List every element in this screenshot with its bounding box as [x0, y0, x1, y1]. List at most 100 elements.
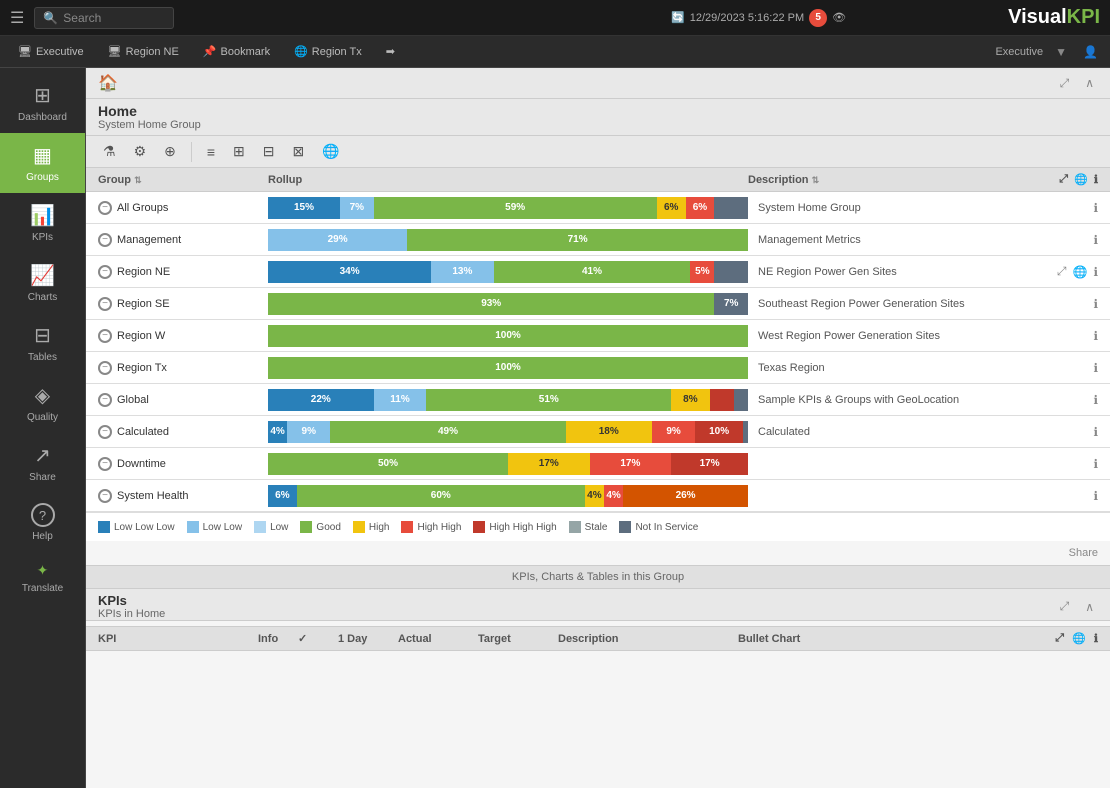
row-link-icon[interactable]: ⤢ [1057, 264, 1067, 279]
table-row[interactable]: − Management29%71%Management Metricsℹ [86, 224, 1110, 256]
table-row[interactable]: − System Health6%60%4%4%26%ℹ [86, 480, 1110, 512]
kpi-geo-icon[interactable]: 🌐 [1072, 632, 1086, 645]
group-desc-cell: Sample KPIs & Groups with GeoLocation [748, 394, 1018, 406]
table-row[interactable]: − Region NE34%13%41%5%NE Region Power Ge… [86, 256, 1110, 288]
search-box[interactable]: 🔍 Search [34, 7, 174, 29]
home-icon[interactable]: 🏠 [98, 73, 118, 93]
group-name-cell: − Region Tx [98, 361, 268, 375]
user-menu-button[interactable]: ▼ [1051, 43, 1071, 61]
legend-color-box [401, 521, 413, 533]
table-row[interactable]: − Calculated4%9%49%18%9%10%Calculatedℹ [86, 416, 1110, 448]
hamburger-menu[interactable]: ☰ [10, 8, 24, 28]
group-collapse-icon[interactable]: − [98, 329, 112, 343]
kpi-col-description: Description [558, 633, 738, 645]
sidebar-item-quality[interactable]: ◈ Quality [0, 373, 85, 433]
toolbar: ⚗ ⚙ ⊕ ≡ ⊞ ⊟ ⊠ 🌐 [86, 136, 1110, 168]
geo-view-button[interactable]: 🌐 [317, 140, 344, 163]
kpi-info-icon[interactable]: ℹ [1094, 632, 1098, 645]
table-row[interactable]: − Global22%11%51%8%Sample KPIs & Groups … [86, 384, 1110, 416]
group-desc-cell: Calculated [748, 426, 1018, 438]
sidebar-item-translate[interactable]: ✦ Translate [0, 552, 85, 604]
legend-color-box [98, 521, 110, 533]
group-name-cell: − System Health [98, 489, 268, 503]
group-collapse-icon[interactable]: − [98, 457, 112, 471]
bar-segment: 10% [695, 421, 743, 443]
expand-button[interactable]: ⤢ [1056, 74, 1074, 93]
kpi-col-bullet-chart: Bullet Chart [738, 633, 800, 645]
filter-button[interactable]: ⚗ [98, 140, 121, 163]
row-info-icon[interactable]: ℹ [1093, 265, 1098, 279]
refresh-icon[interactable]: 🔄 [671, 11, 685, 24]
row-info-icon[interactable]: ℹ [1093, 457, 1098, 471]
alert-badge[interactable]: 5 [809, 9, 827, 27]
col-header-desc[interactable]: Description ⇅ [748, 174, 1018, 186]
share-label[interactable]: Share [1069, 547, 1098, 559]
table-row[interactable]: − Downtime50%17%17%17%ℹ [86, 448, 1110, 480]
sidebar-item-kpis[interactable]: 📊 KPIs [0, 193, 85, 253]
col-header-group[interactable]: Group ⇅ [98, 174, 268, 186]
sidebar-label-quality: Quality [27, 412, 58, 423]
row-geo-icon[interactable]: 🌐 [1072, 265, 1087, 279]
eye-icon[interactable]: 👁 [832, 11, 846, 24]
action-link-icon[interactable]: ⤢ [1059, 173, 1068, 186]
sidebar-item-tables[interactable]: ⊟ Tables [0, 313, 85, 373]
sidebar-item-help[interactable]: ? Help [0, 493, 85, 552]
group-name-cell: − Calculated [98, 425, 268, 439]
sidebar-item-dashboard[interactable]: ⊞ Dashboard [0, 73, 85, 133]
row-info-icon[interactable]: ℹ [1093, 201, 1098, 215]
group-collapse-icon[interactable]: − [98, 393, 112, 407]
table-row[interactable]: − Region SE93%7%Southeast Region Power G… [86, 288, 1110, 320]
table-row[interactable]: − Region W100%West Region Power Generati… [86, 320, 1110, 352]
block-view-button[interactable]: ⊠ [288, 140, 310, 163]
table-row[interactable]: − All Groups15%7%59%6%6%System Home Grou… [86, 192, 1110, 224]
table-row[interactable]: − Region Tx100%Texas Regionℹ [86, 352, 1110, 384]
collapse-button[interactable]: ∧ [1081, 74, 1098, 93]
sidebar-item-groups[interactable]: ▦ Groups [0, 133, 85, 193]
group-collapse-icon[interactable]: − [98, 201, 112, 215]
sidebar-label-dashboard: Dashboard [18, 112, 67, 123]
tab-more[interactable]: ➡ [376, 41, 405, 62]
group-collapse-icon[interactable]: − [98, 297, 112, 311]
tab-bookmark[interactable]: 📌 Bookmark [193, 41, 280, 62]
sidebar-item-share[interactable]: ↗ Share [0, 433, 85, 493]
kpis-expand-button[interactable]: ⤢ [1056, 597, 1074, 616]
action-info-icon[interactable]: ℹ [1094, 173, 1098, 186]
row-info-icon[interactable]: ℹ [1093, 329, 1098, 343]
group-collapse-icon[interactable]: − [98, 425, 112, 439]
group-collapse-icon[interactable]: − [98, 233, 112, 247]
legend-label: Not In Service [635, 522, 698, 533]
grid-view-button[interactable]: ⊞ [228, 140, 250, 163]
charts-icon: 📈 [30, 263, 55, 288]
group-collapse-icon[interactable]: − [98, 265, 112, 279]
kpis-collapse-button[interactable]: ∧ [1081, 597, 1098, 616]
sidebar-item-charts[interactable]: 📈 Charts [0, 253, 85, 313]
kpi-link-icon[interactable]: ⤢ [1055, 632, 1064, 645]
group-collapse-icon[interactable]: − [98, 361, 112, 375]
action-geo-icon[interactable]: 🌐 [1074, 173, 1088, 186]
bar-segment: 17% [590, 453, 672, 475]
row-info-icon[interactable]: ℹ [1093, 361, 1098, 375]
tab-bar-right: Executive ▼ 👤 [995, 43, 1102, 61]
row-actions: ℹ [1018, 489, 1098, 503]
kpis-section-actions: ⤢ ∧ [1056, 597, 1098, 616]
list-view-button[interactable]: ≡ [202, 141, 220, 163]
legend-color-box [619, 521, 631, 533]
group-name-cell: − All Groups [98, 201, 268, 215]
layout-button[interactable]: ⊕ [159, 140, 181, 163]
tile-view-button[interactable]: ⊟ [258, 140, 280, 163]
row-info-icon[interactable]: ℹ [1093, 233, 1098, 247]
legend-label: Good [316, 522, 340, 533]
row-info-icon[interactable]: ℹ [1093, 425, 1098, 439]
row-info-icon[interactable]: ℹ [1093, 393, 1098, 407]
rollup-bar: 22%11%51%8% [268, 389, 748, 411]
legend-label: Low Low [203, 522, 242, 533]
row-info-icon[interactable]: ℹ [1093, 297, 1098, 311]
settings-button[interactable]: ⚙ [129, 140, 152, 163]
row-info-icon[interactable]: ℹ [1093, 489, 1098, 503]
user-settings-button[interactable]: 👤 [1079, 43, 1102, 61]
tab-region-ne[interactable]: 🖥 Region NE [98, 41, 189, 62]
group-collapse-icon[interactable]: − [98, 489, 112, 503]
legend-item: Stale [569, 521, 608, 533]
tab-region-tx[interactable]: 🌐 Region Tx [284, 41, 372, 62]
tab-executive[interactable]: 🖥 Executive [8, 41, 94, 62]
